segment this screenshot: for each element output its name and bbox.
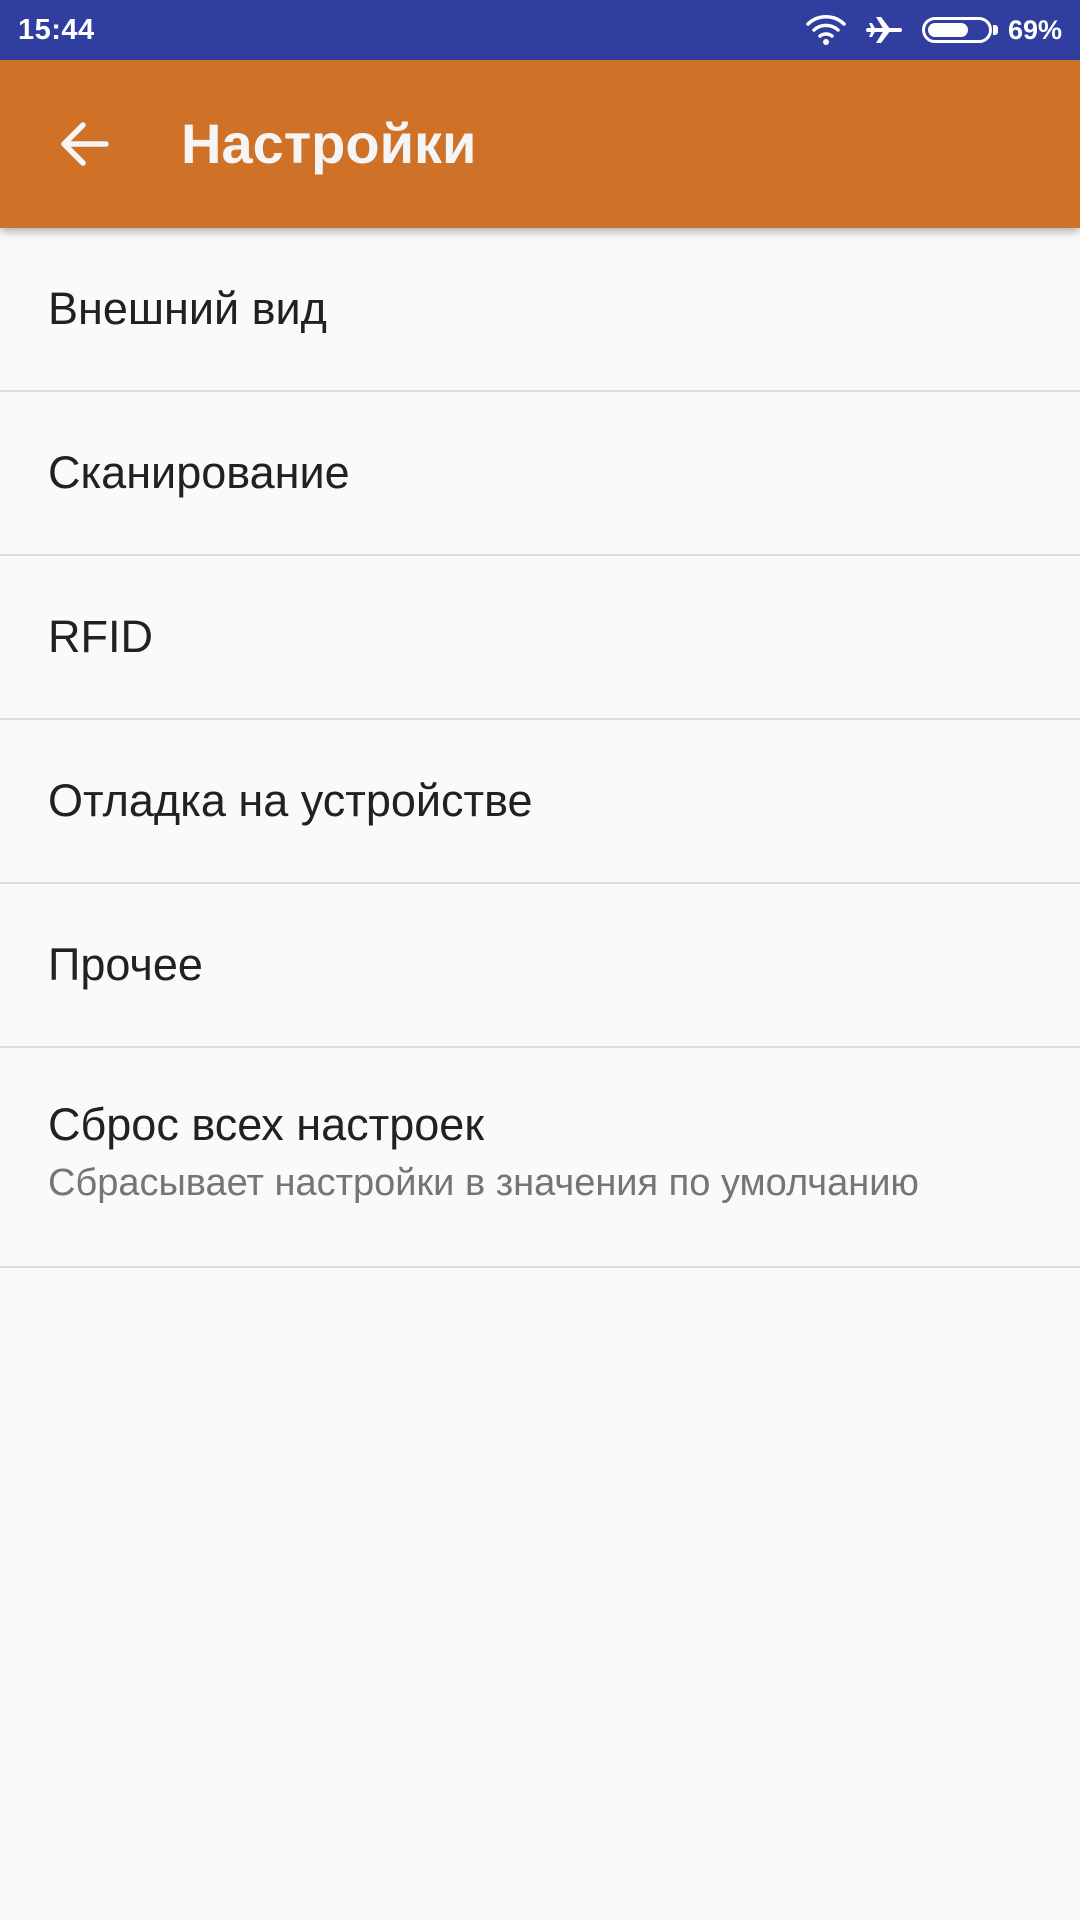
battery-icon: 69% xyxy=(921,14,1062,46)
airplane-icon xyxy=(865,14,902,46)
settings-item-appearance[interactable]: Внешний вид xyxy=(0,228,1080,392)
app-bar: Настройки xyxy=(0,60,1080,228)
settings-item-summary: Сбрасывает настройки в значения по умолч… xyxy=(48,1162,919,1204)
status-icons: 69% xyxy=(786,0,1062,60)
settings-item-other[interactable]: Прочее xyxy=(0,884,1080,1048)
settings-item-title: Отладка на устройстве xyxy=(48,775,533,826)
battery-body xyxy=(921,17,992,43)
settings-item-reset-all[interactable]: Сброс всех настроек Сбрасывает настройки… xyxy=(0,1048,1080,1268)
settings-item-device-debugging[interactable]: Отладка на устройстве xyxy=(0,720,1080,884)
settings-item-scanning[interactable]: Сканирование xyxy=(0,392,1080,556)
page-title: Настройки xyxy=(181,112,477,175)
settings-item-title: Внешний вид xyxy=(48,283,327,334)
settings-item-title: Сброс всех настроек xyxy=(48,1099,485,1150)
back-button[interactable] xyxy=(40,100,128,188)
status-time: 15:44 xyxy=(18,14,95,46)
battery-tip xyxy=(992,25,998,35)
status-bar: 15:44 69% xyxy=(0,0,1080,60)
settings-item-rfid[interactable]: RFID xyxy=(0,556,1080,720)
settings-item-title: Прочее xyxy=(48,939,203,990)
settings-item-title: Сканирование xyxy=(48,447,350,498)
wifi-icon xyxy=(806,14,846,46)
settings-item-title: RFID xyxy=(48,611,153,662)
arrow-back-icon xyxy=(58,118,110,170)
battery-fill xyxy=(927,23,968,37)
battery-percent: 69% xyxy=(1007,14,1062,45)
settings-list: Внешний вид Сканирование RFID Отладка на… xyxy=(0,228,1080,1268)
